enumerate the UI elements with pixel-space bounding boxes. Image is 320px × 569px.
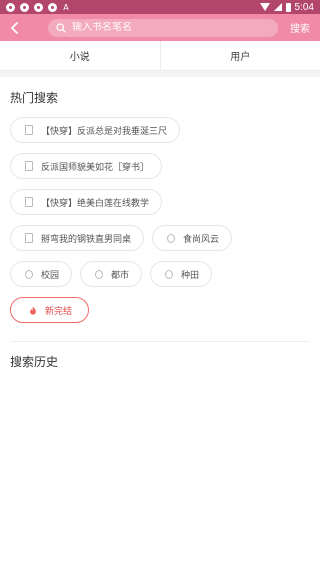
tag-icon (25, 270, 33, 279)
hot-search-title: 热门搜索 (10, 91, 59, 105)
notification-dot-icon (48, 2, 57, 12)
chip-label: 【快穿】绝美白莲在线教学 (41, 198, 150, 209)
tag-icon (95, 270, 103, 279)
app-bar: 搜索 (0, 14, 320, 41)
search-history-title: 搜索历史 (10, 355, 59, 369)
hot-search-chip[interactable]: 校园 (10, 261, 73, 287)
system-status: 5:04 (259, 1, 314, 13)
flame-icon (30, 305, 36, 315)
chip-label: 都市 (111, 270, 130, 281)
tag-icon (167, 234, 175, 243)
back-button[interactable] (6, 18, 22, 38)
book-icon (25, 162, 33, 171)
hot-search-chip[interactable]: 【快穿】绝美白莲在线教学 (10, 189, 163, 215)
notification-dot-icon (34, 2, 43, 12)
chip-label: 【快穿】反派总是对我垂涎三尺 (41, 126, 168, 137)
search-input[interactable] (72, 22, 270, 33)
hot-search-chip[interactable]: 种田 (150, 261, 213, 287)
wifi-icon (259, 3, 270, 11)
new-completed-chip[interactable]: 新完结 (10, 297, 90, 323)
hot-search-chip[interactable]: 【快穿】反派总是对我垂涎三尺 (10, 117, 181, 143)
hot-search-chip[interactable]: 掰弯我的钢铁直男同桌 (10, 225, 145, 251)
notification-dot-icon (20, 2, 29, 12)
tag-icon (165, 270, 173, 279)
status-bar: A 5:04 (0, 0, 320, 14)
hot-search-chip[interactable]: 食尚风云 (152, 225, 233, 251)
hot-search-chip[interactable]: 反派国师貌美如花［穿书］ (10, 153, 163, 179)
chip-label: 掰弯我的钢铁直男同桌 (41, 234, 132, 245)
search-tabs: 小说 用户 (0, 41, 320, 71)
search-box[interactable] (48, 18, 278, 37)
chip-label: 种田 (181, 270, 200, 281)
book-icon (25, 198, 33, 207)
chip-label: 新完结 (45, 306, 73, 317)
book-icon (25, 234, 33, 243)
tab-novel[interactable]: 小说 (0, 41, 160, 70)
chip-label: 校园 (41, 270, 60, 281)
search-button[interactable]: 搜索 (286, 20, 314, 35)
notification-dot-icon (6, 2, 15, 12)
notification-icons: A (6, 2, 70, 12)
signal-icon (273, 3, 282, 11)
chip-label: 反派国师貌美如花［穿书］ (41, 162, 150, 173)
status-time: 5:04 (294, 1, 314, 13)
battery-icon (285, 2, 291, 12)
chip-label: 食尚风云 (183, 234, 220, 245)
chevron-left-icon (10, 21, 18, 34)
text-a-icon: A (63, 2, 69, 12)
hot-search-section: 热门搜索 【快穿】反派总是对我垂涎三尺 反派国师貌美如花［穿书］ 【快穿】绝美白… (0, 77, 320, 342)
book-icon (25, 126, 33, 135)
search-icon (56, 22, 66, 33)
hot-search-chip[interactable]: 都市 (80, 261, 143, 287)
tab-user[interactable]: 用户 (159, 41, 320, 70)
